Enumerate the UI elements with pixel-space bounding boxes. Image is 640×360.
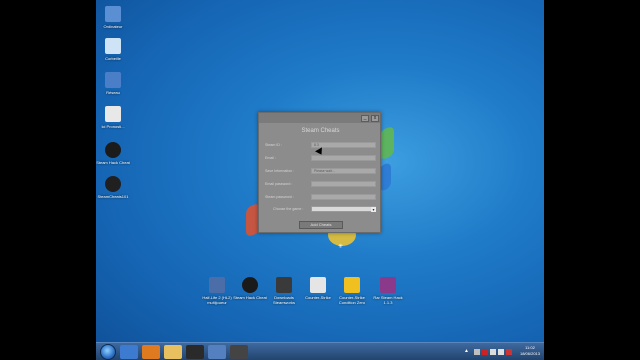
desktop-icon-label: Ici Pronosti... xyxy=(101,124,125,129)
close-button[interactable]: x xyxy=(371,115,379,122)
desktop-icon-label: Counter-Strike Condition Zero xyxy=(338,295,366,305)
document-icon xyxy=(105,106,121,122)
field-label: Email password : xyxy=(265,182,293,186)
field-row-choose-game: Choose the game : ▾ xyxy=(265,206,377,213)
start-button[interactable] xyxy=(100,344,116,360)
tray-app-icon[interactable] xyxy=(474,349,480,355)
field-row-save-information: Save Information : Please wait... xyxy=(265,168,377,175)
steam-icon xyxy=(105,176,121,192)
cs-icon xyxy=(310,277,326,293)
desktop-icon-label: SteamCheats101 xyxy=(97,194,129,199)
network-tray-icon[interactable] xyxy=(490,349,496,355)
field-label: Save Information : xyxy=(265,169,295,173)
volume-tray-icon[interactable] xyxy=(498,349,504,355)
steam-icon[interactable] xyxy=(186,345,204,359)
desktop-icon-label: Steam Hack Cheat xyxy=(233,295,267,300)
window-titlebar[interactable]: _ x xyxy=(259,113,380,123)
desktop-icon-label: Half-Life 2 (HL2) multijoueur xyxy=(202,295,232,305)
taskbar: 11:02 18/06/2013 ▲ xyxy=(96,342,544,360)
clock-date: 18/06/2013 xyxy=(519,351,540,356)
save-information-input[interactable]: Please wait... xyxy=(311,168,376,174)
folder-icon[interactable] xyxy=(164,345,182,359)
network-icon xyxy=(105,72,121,88)
game-select[interactable] xyxy=(311,206,376,212)
tray-arrow-icon[interactable]: ▲ xyxy=(464,348,470,355)
tray-app-icon[interactable] xyxy=(482,349,488,355)
chevron-down-icon[interactable]: ▾ xyxy=(371,207,376,212)
tray-app-icon[interactable] xyxy=(506,349,512,355)
desktop-icon[interactable]: Réseau xyxy=(96,72,130,95)
desktop-icon-label: Steam Hack Cheat xyxy=(96,160,130,165)
email-input[interactable] xyxy=(311,155,376,161)
desktop-icon[interactable]: Corbeille xyxy=(96,38,130,61)
window-title: Steam Cheats xyxy=(301,128,340,134)
explorer-icon[interactable] xyxy=(120,345,138,359)
desktop-icon[interactable]: Steam Hack Cheat xyxy=(96,142,130,165)
desktop-icon-label: Réseau xyxy=(106,90,120,95)
field-row-email: Email : xyxy=(265,155,377,162)
archive-icon xyxy=(380,277,396,293)
desktop-icon-label: Counter-Strike xyxy=(305,295,331,300)
desktop: Ordinateur Corbeille Réseau Ici Pronosti...… xyxy=(96,0,544,360)
cursor-crosshair-icon: ✳ xyxy=(338,244,344,250)
hl2-icon xyxy=(209,277,225,293)
desktop-icon[interactable]: Ordinateur xyxy=(96,6,130,29)
firefox-icon[interactable] xyxy=(142,345,160,359)
steam-password-input[interactable] xyxy=(311,194,376,200)
field-row-steam-password: Steam password : xyxy=(265,194,377,201)
desktop-icon[interactable]: Steam Hack Cheat xyxy=(233,277,267,300)
recycle-bin-icon xyxy=(105,38,121,54)
desktop-icon[interactable]: SteamCheats101 xyxy=(96,176,130,199)
desktop-icon-label: Corbeille xyxy=(105,56,121,61)
field-label: Steam password : xyxy=(265,195,294,199)
cs-cz-icon xyxy=(344,277,360,293)
app-icon[interactable] xyxy=(230,345,248,359)
minimize-button[interactable]: _ xyxy=(361,115,369,122)
desktop-icon[interactable]: Downloads Steamworks xyxy=(267,277,301,305)
steam-icon xyxy=(105,142,121,158)
desktop-icon-label: Downloads Steamworks xyxy=(272,295,295,305)
desktop-icon[interactable]: Counter-Strike xyxy=(301,277,335,300)
field-label: Choose the game : xyxy=(273,207,304,211)
computer-icon xyxy=(105,6,121,22)
tray-clock[interactable]: 11:02 18/06/2013 xyxy=(520,345,540,357)
field-label: Email : xyxy=(265,156,276,160)
field-row-email-password: Email password : xyxy=(265,181,377,188)
desktop-icon[interactable]: Half-Life 2 (HL2) multijoueur xyxy=(200,277,234,305)
steam-cheats-window: _ x Steam Cheats Steam ID : 8.3 Email : … xyxy=(258,112,381,233)
desktop-icon[interactable]: Ici Pronosti... xyxy=(96,106,130,129)
desktop-icon[interactable]: Rar Steam Hack 1.1.3 xyxy=(371,277,405,305)
field-label: Steam ID : xyxy=(265,143,282,147)
desktop-icon-label: Ordinateur xyxy=(103,24,123,29)
tray-icons[interactable]: ▲ xyxy=(464,348,514,356)
desktop-icon[interactable]: Counter-Strike Condition Zero xyxy=(335,277,369,305)
word-icon[interactable] xyxy=(208,345,226,359)
add-cheats-button[interactable]: Add Cheats xyxy=(299,221,343,229)
steam-icon xyxy=(242,277,258,293)
email-password-input[interactable] xyxy=(311,181,376,187)
steam-tools-icon xyxy=(276,277,292,293)
wallpaper-logo-green xyxy=(380,125,394,161)
desktop-icon-label: Rar Steam Hack 1.1.3 xyxy=(373,295,403,305)
